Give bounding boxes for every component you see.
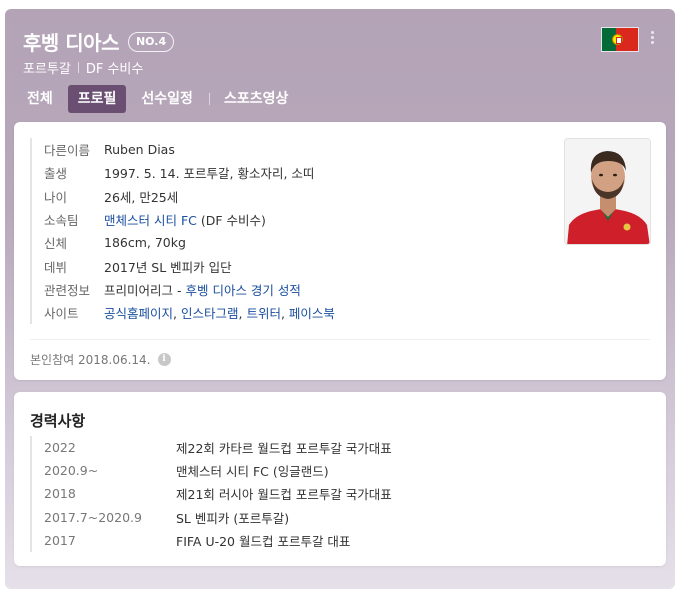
- position-text: DF 수비수: [85, 62, 144, 77]
- info-row-age: 나이 26세, 만25세: [44, 185, 335, 208]
- info-value: 26세, 만25세: [104, 189, 179, 205]
- career-title: 경력사항: [30, 412, 86, 430]
- career-year: 2017: [44, 532, 76, 548]
- career-desc: FIFA U-20 월드컵 포르투갈 대표: [176, 533, 351, 549]
- number-badge: NO.4: [127, 31, 175, 52]
- player-name: 후벵 디아스: [23, 31, 119, 55]
- career-item: 2017.7~2020.9 SL 벤피카 (포르투갈): [44, 506, 392, 529]
- info-label: 다른이름: [44, 143, 91, 159]
- info-label: 소속팀: [44, 213, 79, 229]
- info-row-team: 소속팀 맨체스터 시티 FC (DF 수비수): [44, 208, 335, 231]
- divider: [30, 339, 650, 340]
- info-row-related: 관련정보 프리미어리그 - 후벵 디아스 경기 성적: [44, 278, 335, 301]
- career-year: 2022: [44, 440, 76, 456]
- self-reference: 본인참여 2018.06.14. i: [30, 351, 171, 368]
- info-value: 공식홈페이지, 인스타그램, 트위터, 페이스북: [104, 306, 335, 322]
- team-link[interactable]: 맨체스터 시티 FC: [104, 213, 197, 228]
- tab-profile[interactable]: 프로필: [67, 85, 127, 113]
- career-item: 2018 제21회 러시아 월드컵 포르투갈 국가대표: [44, 482, 392, 505]
- career-desc: 맨체스터 시티 FC (잉글랜드): [176, 464, 329, 480]
- info-label: 데뷔: [44, 259, 68, 275]
- tab-schedule[interactable]: 선수일정: [137, 85, 197, 113]
- career-desc: SL 벤피카 (포르투갈): [176, 510, 290, 526]
- self-reference-text: 본인참여 2018.06.14.: [30, 353, 151, 367]
- title-row: 후벵 디아스 NO.4: [23, 27, 175, 56]
- career-list: 2022 제22회 카타르 월드컵 포르투갈 국가대표 2020.9~ 맨체스터…: [30, 436, 392, 552]
- info-label: 신체: [44, 236, 68, 252]
- career-item: 2022 제22회 카타르 월드컵 포르투갈 국가대표: [44, 436, 392, 459]
- twitter-link[interactable]: 트위터: [246, 306, 281, 321]
- info-value: Ruben Dias: [104, 142, 175, 158]
- official-site-link[interactable]: 공식홈페이지: [104, 306, 173, 321]
- match-stats-link[interactable]: 후벵 디아스 경기 성적: [185, 283, 300, 298]
- country-link[interactable]: 포르투갈: [23, 58, 71, 77]
- career-desc: 제22회 카타르 월드컵 포르투갈 국가대표: [176, 441, 392, 457]
- tab-bar: 전체 프로필 선수일정 스포츠영상: [23, 84, 292, 114]
- tab-separator: [208, 93, 210, 105]
- separator: [77, 62, 79, 73]
- league-text: 프리미어리그 -: [104, 282, 186, 298]
- career-year: 2018: [44, 486, 76, 502]
- info-value: 1997. 5. 14. 포르투갈, 황소자리, 소띠: [104, 166, 315, 182]
- info-row-debut: 데뷔 2017년 SL 벤피카 입단: [44, 254, 335, 277]
- career-year: 2017.7~2020.9: [44, 509, 142, 525]
- profile-card: 다른이름 Ruben Dias 출생 1997. 5. 14. 포르투갈, 황소…: [14, 122, 666, 380]
- info-row-sites: 사이트 공식홈페이지, 인스타그램, 트위터, 페이스북: [44, 301, 335, 324]
- player-photo[interactable]: [564, 138, 651, 245]
- info-value: 186cm, 70kg: [104, 235, 186, 251]
- info-value: 프리미어리그 - 후벵 디아스 경기 성적: [104, 280, 301, 299]
- facebook-link[interactable]: 페이스북: [289, 306, 335, 321]
- profile-info-list: 다른이름 Ruben Dias 출생 1997. 5. 14. 포르투갈, 황소…: [30, 138, 335, 325]
- info-icon[interactable]: i: [157, 353, 171, 366]
- info-row-birth: 출생 1997. 5. 14. 포르투갈, 황소자리, 소띠: [44, 161, 335, 184]
- career-item: 2017 FIFA U-20 월드컵 포르투갈 대표: [44, 529, 392, 552]
- tab-all[interactable]: 전체: [23, 85, 57, 113]
- team-position: (DF 수비수): [196, 213, 266, 229]
- info-value: 맨체스터 시티 FC (DF 수비수): [104, 210, 266, 229]
- portugal-flag-icon: [601, 27, 639, 52]
- info-label: 나이: [44, 189, 68, 205]
- info-label: 사이트: [44, 306, 79, 322]
- career-card: 경력사항 2022 제22회 카타르 월드컵 포르투갈 국가대표 2020.9~…: [14, 392, 666, 566]
- player-subline: 포르투갈 DF 수비수: [23, 58, 143, 77]
- more-options-icon[interactable]: [651, 31, 655, 47]
- info-row-body: 신체 186cm, 70kg: [44, 231, 335, 254]
- tab-sports-video[interactable]: 스포츠영상: [220, 85, 292, 113]
- info-row-other-name: 다른이름 Ruben Dias: [44, 138, 335, 161]
- instagram-link[interactable]: 인스타그램: [181, 306, 239, 321]
- info-label: 관련정보: [44, 282, 91, 298]
- info-label: 출생: [44, 166, 68, 182]
- career-desc: 제21회 러시아 월드컵 포르투갈 국가대표: [176, 487, 392, 503]
- career-year: 2020.9~: [44, 463, 99, 479]
- info-value: 2017년 SL 벤피카 입단: [104, 259, 232, 275]
- career-item: 2020.9~ 맨체스터 시티 FC (잉글랜드): [44, 459, 392, 482]
